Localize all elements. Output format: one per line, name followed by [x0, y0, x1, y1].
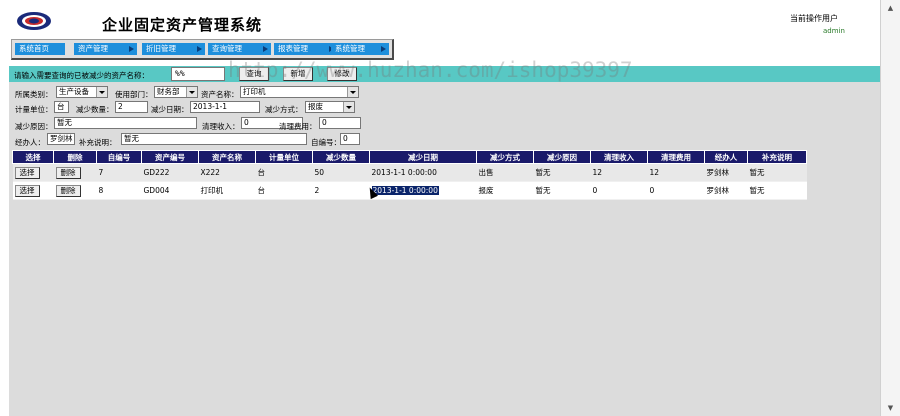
arrow-right-icon: [197, 46, 202, 52]
cell-asset-code: GD222: [141, 163, 199, 182]
cell-asset-code: GD004: [141, 181, 199, 200]
table-row: 选择 删除 8 GD004 打印机 台 2 2013-1-1 0:00:00 报…: [12, 181, 807, 200]
cell-income: 0: [590, 181, 648, 200]
cost-input[interactable]: 0: [319, 117, 361, 129]
cell-reason: 暂无: [533, 163, 591, 182]
id-label: 自编号：: [311, 138, 341, 147]
column-header: 自编号: [96, 150, 142, 164]
reason-label: 减少原因：: [15, 122, 53, 131]
column-header: 减少日期: [369, 150, 477, 164]
column-header: 资产名称: [198, 150, 256, 164]
asset-name-label: 资产名称：: [201, 90, 239, 99]
table-row: 选择 删除 7 GD222 X222 台 50 2013-1-1 0:00:00…: [12, 163, 807, 182]
nav-item-system[interactable]: 系统管理: [331, 43, 389, 55]
chevron-down-icon: [347, 87, 358, 97]
cell-quantity: 50: [312, 163, 370, 182]
scroll-down-icon[interactable]: ▼: [884, 403, 897, 413]
nav-item-reports[interactable]: 报表管理: [274, 43, 337, 55]
company-logo-icon: [17, 12, 51, 30]
vertical-scrollbar[interactable]: ▲ ▼: [880, 0, 900, 416]
column-header: 资产编号: [141, 150, 199, 164]
nav-item-query[interactable]: 查询管理: [208, 43, 271, 55]
unit-label: 计量单位：: [15, 105, 53, 114]
current-user-name: admin: [823, 27, 845, 35]
cell-cost: 0: [647, 181, 705, 200]
column-header: 删除: [53, 150, 97, 164]
cell-note: 暂无: [747, 163, 807, 182]
cell-id: 8: [96, 181, 142, 200]
search-input[interactable]: %%: [171, 67, 225, 81]
column-header: 减少数量: [312, 150, 370, 164]
column-header: 减少方式: [476, 150, 534, 164]
column-header: 清理收入: [590, 150, 648, 164]
cell-note: 暂无: [747, 181, 807, 200]
column-header: 清理费用: [647, 150, 705, 164]
watermark: http://www.huzhan.com/ishop39397: [228, 58, 633, 82]
note-input[interactable]: 暂无: [121, 133, 307, 145]
scroll-up-icon[interactable]: ▲: [884, 3, 897, 13]
main-nav: 系统首页 资产管理 折旧管理 查询管理 报表管理 系统管理: [11, 39, 394, 60]
cell-handler: 罗剑林: [704, 181, 748, 200]
cell-unit: 台: [255, 181, 313, 200]
quantity-input[interactable]: 2: [115, 101, 148, 113]
reason-input[interactable]: 暂无: [54, 117, 197, 129]
category-select[interactable]: 生产设备: [56, 86, 108, 98]
date-input[interactable]: 2013-1-1: [190, 101, 260, 113]
cell-quantity: 2: [312, 181, 370, 200]
income-label: 清理收入：: [202, 122, 240, 131]
cell-cost: 12: [647, 163, 705, 182]
arrow-right-icon: [263, 46, 268, 52]
cell-unit: 台: [255, 163, 313, 182]
note-label: 补充说明：: [79, 138, 117, 147]
department-label: 使用部门：: [115, 90, 153, 99]
reduction-table: 选择 删除 自编号 资产编号 资产名称 计量单位 减少数量 减少日期 减少方式 …: [12, 150, 807, 200]
unit-input[interactable]: 台: [54, 101, 69, 113]
cell-handler: 罗剑林: [704, 163, 748, 182]
current-user-label: 当前操作用户: [790, 14, 838, 23]
cell-method: 出售: [476, 163, 534, 182]
arrow-right-icon: [381, 46, 386, 52]
chevron-down-icon: [343, 102, 354, 112]
date-label: 减少日期：: [151, 105, 189, 114]
method-label: 减少方式：: [265, 105, 303, 114]
handler-input[interactable]: 罗剑林: [47, 133, 75, 145]
handler-label: 经办人：: [15, 138, 45, 147]
cell-reason: 暂无: [533, 181, 591, 200]
delete-row-button[interactable]: 删除: [55, 184, 81, 197]
cell-method: 报废: [476, 181, 534, 200]
header: 企业固定资产管理系统 当前操作用户 admin 系统首页 资产管理 折旧管理 查…: [0, 0, 880, 62]
chevron-down-icon: [96, 87, 107, 97]
table-header-row: 选择 删除 自编号 资产编号 资产名称 计量单位 减少数量 减少日期 减少方式 …: [12, 150, 807, 164]
selected-date-text[interactable]: 2013-1-1 0:00:00: [371, 186, 439, 195]
delete-row-button[interactable]: 删除: [55, 166, 81, 179]
asset-name-select[interactable]: 打印机: [240, 86, 359, 98]
cost-label: 清理费用：: [279, 122, 317, 131]
cell-asset-name: 打印机: [198, 181, 256, 200]
cell-asset-name: X222: [198, 163, 256, 182]
column-header: 选择: [12, 150, 54, 164]
cell-date: 2013-1-1 0:00:00: [369, 163, 477, 182]
id-input[interactable]: 0: [340, 133, 360, 145]
chevron-down-icon: [186, 87, 197, 97]
department-select[interactable]: 财务部: [154, 86, 198, 98]
arrow-right-icon: [129, 46, 134, 52]
cell-income: 12: [590, 163, 648, 182]
cell-id: 7: [96, 163, 142, 182]
method-select[interactable]: 报废: [305, 101, 355, 113]
column-header: 减少原因: [533, 150, 591, 164]
search-label: 请输入需要查询的已被减少的资产名称：: [14, 71, 149, 80]
quantity-label: 减少数量：: [76, 105, 114, 114]
nav-item-depreciation[interactable]: 折旧管理: [142, 43, 205, 55]
column-header: 补充说明: [747, 150, 807, 164]
column-header: 计量单位: [255, 150, 313, 164]
nav-item-assets[interactable]: 资产管理: [74, 43, 137, 55]
column-header: 经办人: [704, 150, 748, 164]
select-row-button[interactable]: 选择: [14, 166, 40, 179]
select-row-button[interactable]: 选择: [14, 184, 40, 197]
nav-item-home[interactable]: 系统首页: [15, 43, 65, 55]
form-area: 所属类别： 生产设备 使用部门： 财务部 资产名称： 打印机 计量单位： 台 减…: [9, 82, 880, 416]
page-title: 企业固定资产管理系统: [102, 16, 263, 34]
cell-date: 2013-1-1 0:00:00: [369, 181, 477, 200]
category-label: 所属类别：: [15, 90, 53, 99]
